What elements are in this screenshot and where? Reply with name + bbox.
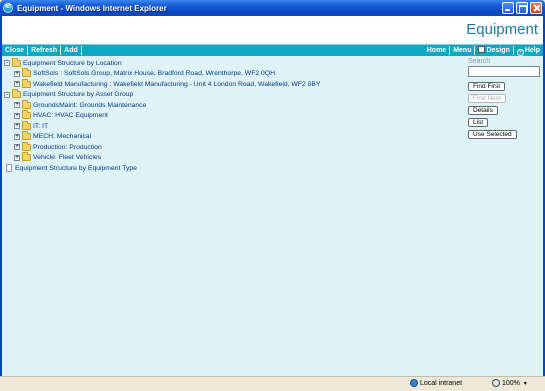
folder-icon [22, 141, 31, 151]
zoom-level: 100% [502, 379, 520, 387]
toolbar: Close Refresh Add Home Menu Design ? Help [2, 44, 543, 56]
find-next-button[interactable]: Find Next [468, 94, 506, 103]
help-icon: ? [516, 48, 524, 56]
tree-node[interactable]: - Equipment Structure by Location [4, 57, 321, 69]
expand-icon[interactable]: + [14, 112, 20, 119]
menu-link[interactable]: Menu [450, 46, 476, 55]
collapse-icon[interactable]: - [4, 91, 10, 98]
tree-node-label[interactable]: MECH: Mechanical [33, 133, 91, 140]
window-controls [502, 2, 542, 14]
security-zone: Local intranet [410, 379, 462, 387]
expand-icon[interactable]: + [14, 81, 20, 88]
tree-node-label[interactable]: Wakefield Manufacturing : Wakefield Manu… [33, 81, 321, 88]
details-button[interactable]: Details [468, 106, 498, 115]
tree-node-label[interactable]: Equipment Structure by Asset Group [23, 91, 133, 98]
tree-node[interactable]: + IT: IT [4, 120, 321, 132]
expand-icon[interactable]: + [14, 102, 20, 109]
tree-node[interactable]: + SoftSols : SoftSols Group, Matrix House… [4, 68, 321, 80]
design-label: Design [486, 47, 510, 54]
help-label: Help [524, 46, 540, 54]
design-link[interactable]: Design [475, 46, 514, 55]
tree-node[interactable]: + Wakefield Manufacturing : Wakefield Man… [4, 78, 321, 90]
minimize-button[interactable] [502, 2, 514, 14]
design-icon [478, 46, 486, 53]
maximize-button[interactable] [516, 2, 528, 14]
tree-node[interactable]: + Production: Production [4, 141, 321, 153]
content-area: - Equipment Structure by Location + SoftSol… [2, 56, 543, 376]
tree-node[interactable]: + GroundsMaint: Grounds Maintenance [4, 99, 321, 111]
help-link[interactable]: ? Help [514, 46, 543, 56]
window-title: Equipment - Windows Internet Explorer [17, 3, 167, 13]
expand-icon[interactable]: + [14, 144, 20, 151]
toolbar-right: Home Menu Design ? Help [424, 46, 543, 56]
list-button[interactable]: List [468, 118, 489, 127]
collapse-icon[interactable]: - [4, 60, 10, 67]
document-icon [6, 164, 12, 173]
tree-node-label[interactable]: GroundsMaint: Grounds Maintenance [33, 102, 146, 109]
globe-icon [410, 379, 418, 387]
search-panel: Search Find First Find Next Details List… [468, 58, 540, 139]
tree-node-label[interactable]: Equipment Structure by Location [23, 60, 122, 67]
tree-node[interactable]: + MECH: Mechanical [4, 131, 321, 143]
page-title: Equipment [466, 21, 538, 38]
window-titlebar: Equipment - Windows Internet Explorer [0, 0, 545, 16]
search-label: Search [468, 58, 491, 65]
home-link[interactable]: Home [424, 46, 451, 55]
folder-icon [22, 68, 31, 78]
chevron-down-icon[interactable]: ▾ [524, 380, 527, 387]
tree-node-label[interactable]: Production: Production [33, 144, 102, 151]
close-link[interactable]: Close [2, 46, 29, 55]
tree-node[interactable]: Equipment Structure by Equipment Type [4, 163, 321, 174]
tree-node-label[interactable]: Equipment Structure by Equipment Type [15, 165, 137, 172]
folder-icon [22, 152, 31, 162]
folder-icon [22, 110, 31, 120]
use-selected-button[interactable]: Use Selected [468, 130, 517, 139]
expand-icon[interactable]: + [14, 154, 20, 161]
search-input[interactable] [468, 66, 540, 77]
tree-node-label[interactable]: Vehicle: Fleet Vehicles [33, 154, 101, 161]
expand-icon[interactable]: + [14, 123, 20, 130]
close-window-button[interactable] [530, 2, 542, 14]
tree-node[interactable]: + Vehicle: Fleet Vehicles [4, 152, 321, 164]
folder-icon [22, 131, 31, 141]
zone-label: Local intranet [420, 379, 463, 387]
find-first-button[interactable]: Find First [468, 82, 506, 91]
tree-node-label[interactable]: IT: IT [33, 123, 48, 130]
folder-icon [22, 120, 31, 130]
tree-node-label[interactable]: HVAC: HVAC Equipment [33, 112, 108, 119]
tree-node[interactable]: + HVAC: HVAC Equipment [4, 110, 321, 122]
add-link[interactable]: Add [61, 46, 82, 55]
folder-icon [22, 99, 31, 109]
expand-icon[interactable]: + [14, 70, 20, 77]
magnifier-icon [492, 379, 500, 387]
expand-icon[interactable]: + [14, 133, 20, 140]
folder-icon [22, 78, 31, 88]
folder-icon [12, 89, 21, 99]
internet-explorer-icon [3, 1, 13, 13]
tree-node[interactable]: - Equipment Structure by Asset Group [4, 89, 321, 101]
tree-node-label[interactable]: SoftSols : SoftSols Group, Matrix House,… [33, 70, 275, 77]
refresh-link[interactable]: Refresh [28, 46, 62, 55]
page-header: Equipment [2, 16, 543, 44]
equipment-tree: - Equipment Structure by Location + SoftSol… [4, 57, 321, 174]
status-bar: Local intranet 100% ▾ [0, 376, 545, 391]
zoom-control[interactable]: 100% ▾ [492, 379, 527, 387]
folder-icon [12, 57, 21, 67]
